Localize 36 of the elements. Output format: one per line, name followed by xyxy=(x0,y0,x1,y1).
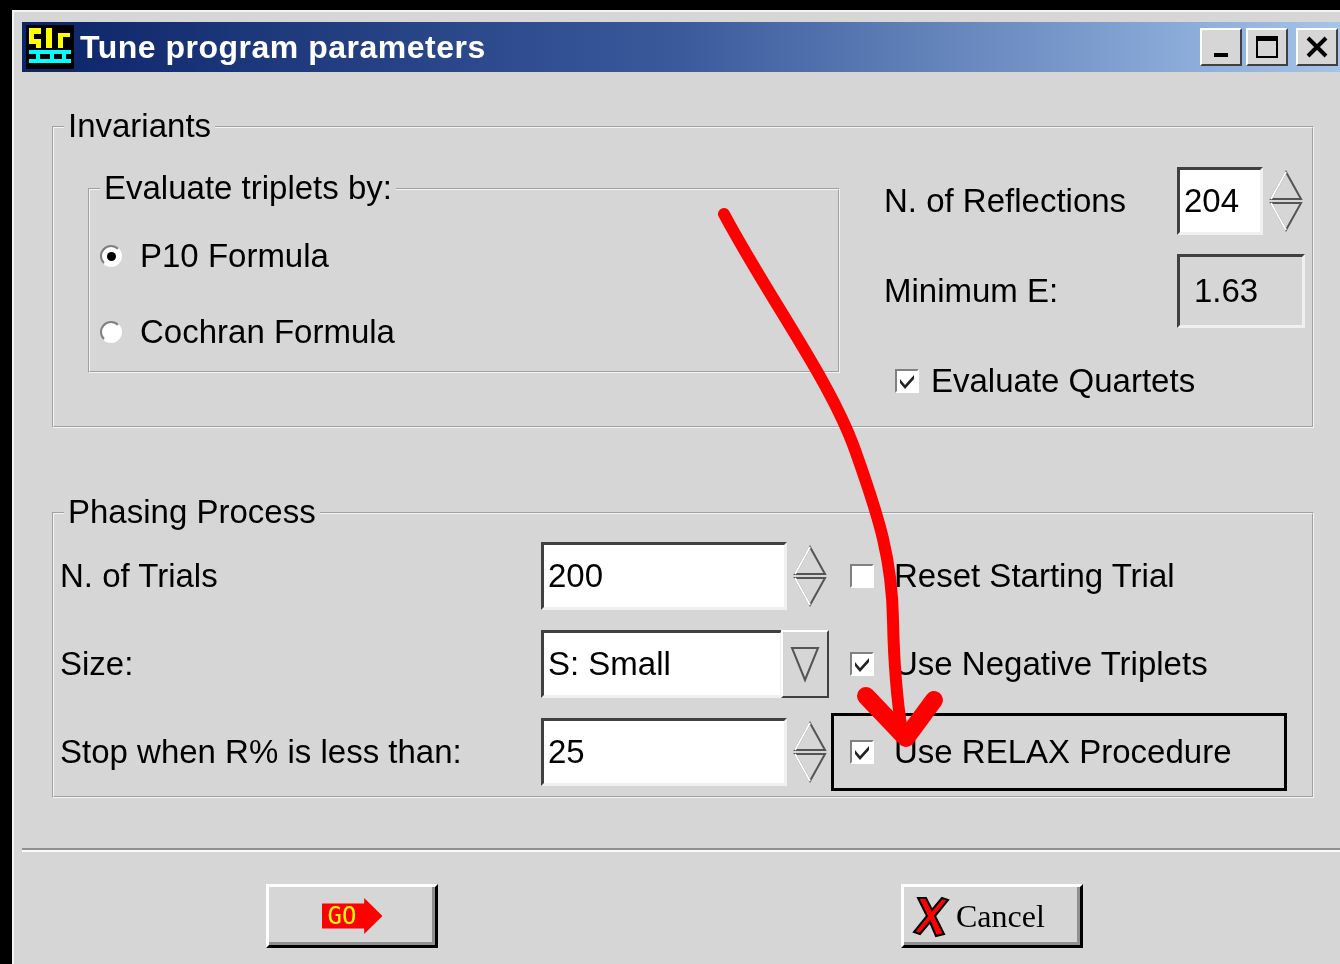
minimize-button[interactable] xyxy=(1200,28,1242,66)
number-field[interactable]: 200 xyxy=(541,542,787,610)
checkbox-label: Use RELAX Procedure xyxy=(894,733,1232,771)
triangle-down-icon xyxy=(790,644,820,684)
maximize-icon xyxy=(1255,35,1279,59)
app-logo-icon xyxy=(26,25,74,69)
checkbox[interactable] xyxy=(895,369,919,393)
x-icon xyxy=(912,894,952,938)
checkbox[interactable] xyxy=(850,652,874,676)
close-button[interactable] xyxy=(1296,28,1338,66)
field-label: Size: xyxy=(59,645,135,683)
spinner-arrows-icon[interactable] xyxy=(791,544,829,608)
spinner-arrows-icon[interactable] xyxy=(791,720,829,784)
radio-button[interactable] xyxy=(100,321,122,343)
maximize-button[interactable] xyxy=(1246,28,1288,66)
dropdown-button[interactable] xyxy=(781,630,829,698)
close-icon xyxy=(1305,35,1329,59)
field-label: Minimum E: xyxy=(884,272,1060,310)
radio-button[interactable] xyxy=(100,245,122,267)
radio-label: Cochran Formula xyxy=(140,313,395,351)
dropdown-field[interactable]: S: Small xyxy=(541,630,783,698)
field-label: N. of Trials xyxy=(59,557,219,595)
checkbox-label: Reset Starting Trial xyxy=(894,557,1175,595)
window-title: Tune program parameters xyxy=(80,28,487,66)
checkbox[interactable] xyxy=(850,564,874,588)
spinner-arrows-icon[interactable] xyxy=(1267,169,1305,233)
go-button[interactable]: GO xyxy=(266,884,438,948)
field-label: Stop when R% is less than: xyxy=(59,733,463,771)
checkbox-label: Evaluate Quartets xyxy=(931,362,1196,400)
number-field[interactable]: 204 xyxy=(1177,167,1263,235)
radio-label: P10 Formula xyxy=(140,237,329,275)
cancel-button[interactable]: Cancel xyxy=(901,884,1083,948)
checkbox[interactable] xyxy=(850,740,874,764)
field-label: N. of Reflections xyxy=(884,182,1128,220)
minimize-icon xyxy=(1214,53,1228,57)
number-field[interactable]: 25 xyxy=(541,718,787,786)
